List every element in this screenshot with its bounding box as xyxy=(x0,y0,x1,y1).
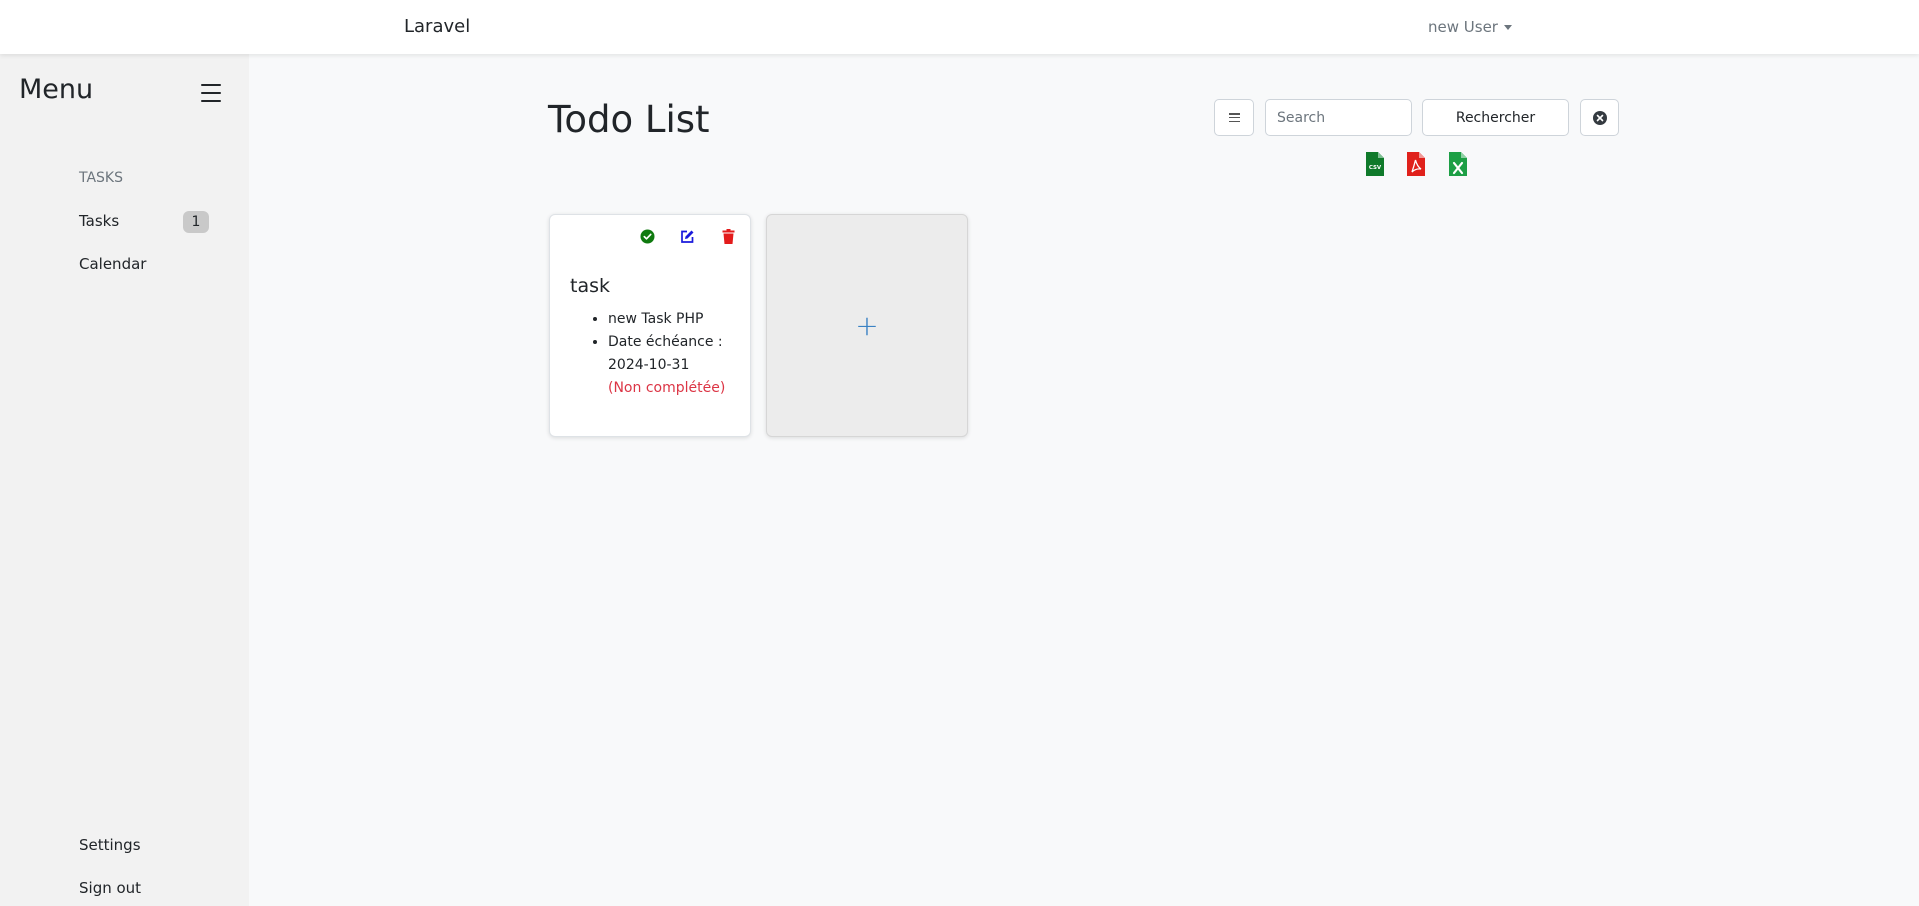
sidebar-item-sign-out[interactable]: Sign out xyxy=(79,879,141,897)
tasks-count-badge: 1 xyxy=(183,211,209,233)
sidebar-title: Menu xyxy=(19,74,94,105)
section-heading-tasks: TASKS xyxy=(79,170,123,186)
edit-task-button[interactable] xyxy=(678,227,696,245)
sidebar-item-settings[interactable]: Settings xyxy=(79,836,141,854)
add-task-card[interactable]: + xyxy=(766,214,968,437)
csv-file-icon[interactable]: CSV xyxy=(1365,151,1385,177)
sidebar: Menu TASKS Tasks 1 Calendar Settings Sig… xyxy=(0,54,249,906)
trash-icon xyxy=(722,228,734,244)
page-title: Todo List xyxy=(548,98,710,141)
sort-button[interactable] xyxy=(1214,99,1254,136)
sidebar-item-calendar[interactable]: Calendar xyxy=(79,255,146,273)
task-description: new Task PHP xyxy=(608,308,740,331)
task-card: task new Task PHP Date échéance : 2024-1… xyxy=(549,214,751,437)
pdf-file-icon[interactable] xyxy=(1406,151,1426,177)
search-button[interactable]: Rechercher xyxy=(1422,99,1569,136)
task-title: task xyxy=(570,275,610,297)
clear-search-button[interactable] xyxy=(1580,99,1619,136)
caret-down-icon xyxy=(1503,24,1512,30)
task-due: Date échéance : 2024-10-31 (Non complété… xyxy=(608,331,740,400)
task-due-date: 2024-10-31 xyxy=(608,357,690,373)
user-dropdown[interactable]: new User xyxy=(1428,18,1512,36)
excel-file-icon[interactable] xyxy=(1448,151,1468,177)
task-status: (Non complétée) xyxy=(608,380,726,396)
task-due-label: Date échéance : xyxy=(608,334,723,350)
complete-task-button[interactable] xyxy=(638,227,656,245)
user-name: new User xyxy=(1428,18,1498,36)
check-circle-icon xyxy=(640,229,654,243)
close-circle-icon xyxy=(1592,110,1607,125)
top-navbar: Laravel new User xyxy=(0,0,1919,54)
list-icon xyxy=(1228,113,1240,122)
task-details-list: new Task PHP Date échéance : 2024-10-31 … xyxy=(590,308,740,400)
svg-text:CSV: CSV xyxy=(1369,165,1382,171)
search-input[interactable] xyxy=(1265,99,1412,136)
plus-icon: + xyxy=(855,309,879,342)
brand-link[interactable]: Laravel xyxy=(404,16,470,37)
delete-task-button[interactable] xyxy=(719,227,737,245)
sidebar-item-tasks[interactable]: Tasks xyxy=(79,212,119,230)
edit-icon xyxy=(680,230,693,243)
menu-toggle-icon[interactable] xyxy=(201,84,221,102)
